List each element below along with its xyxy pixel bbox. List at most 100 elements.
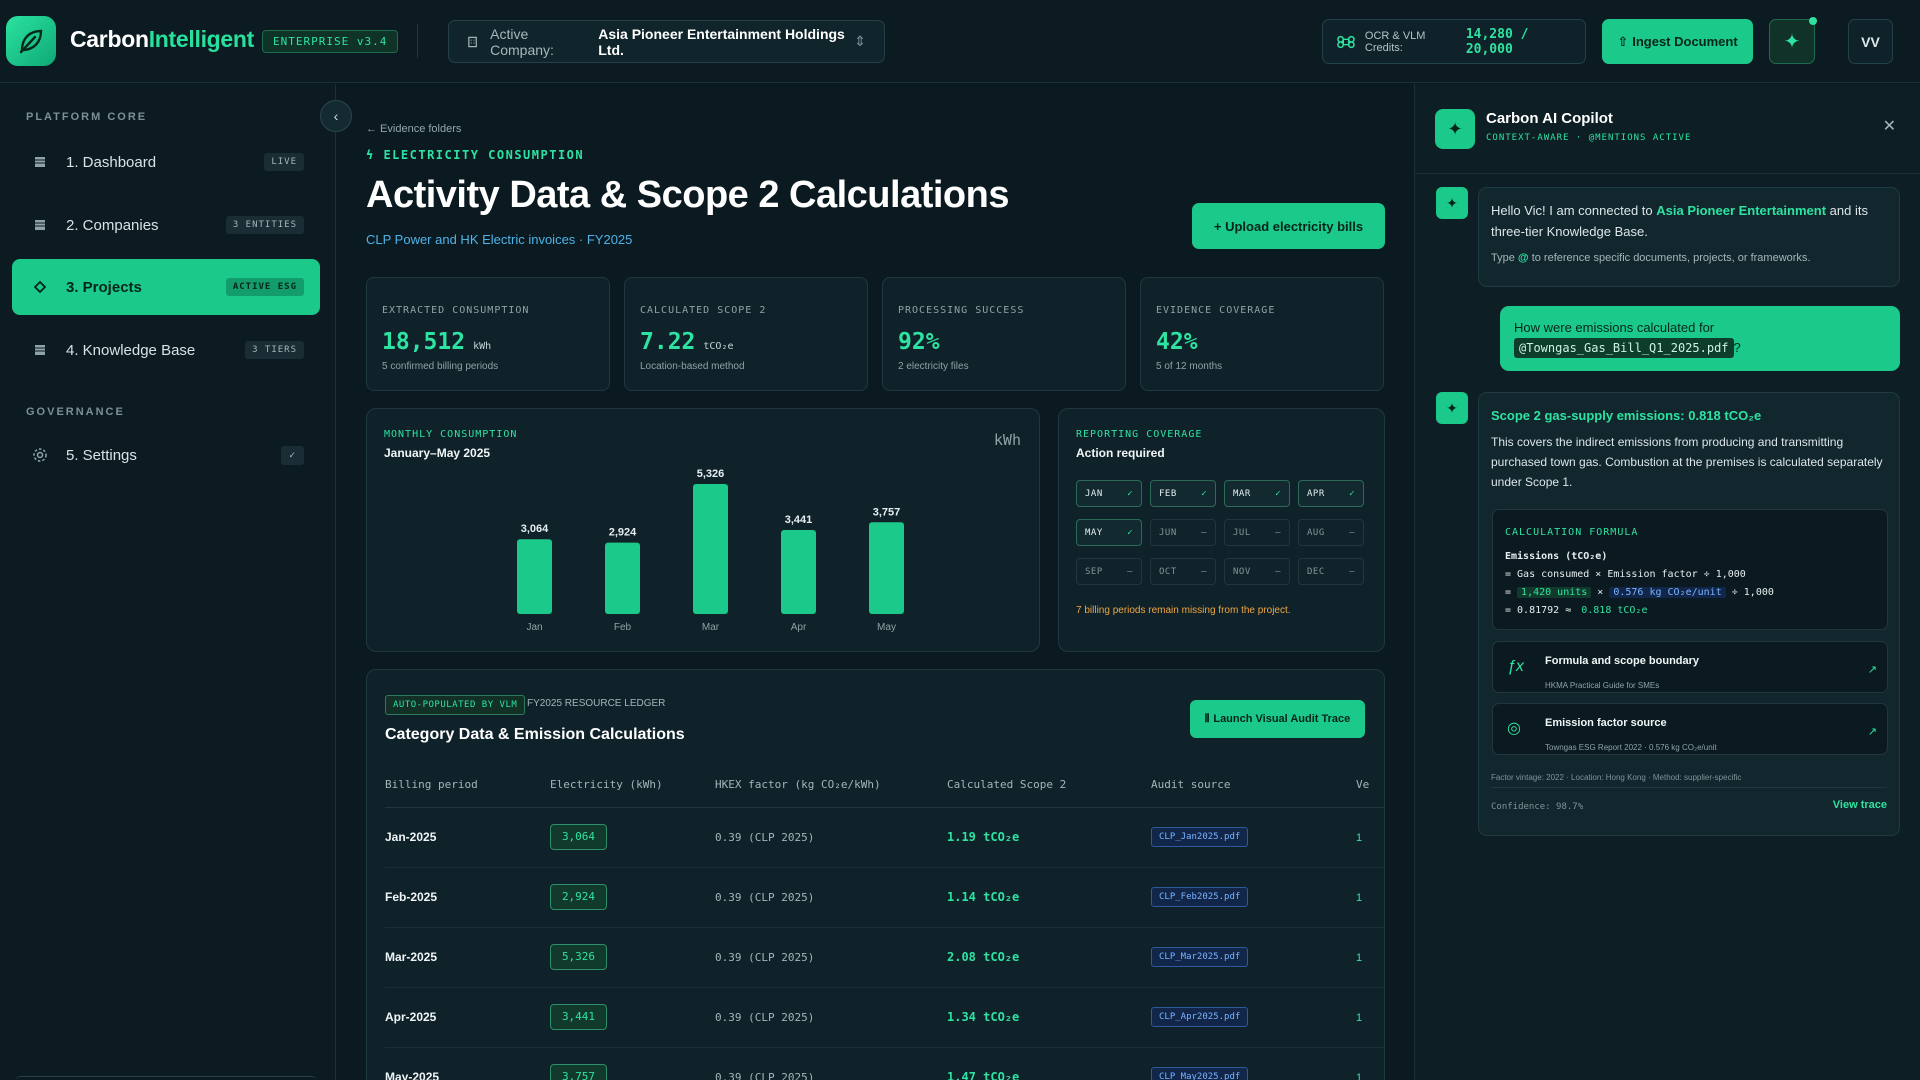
kpi-value: 7.22 tCO₂e bbox=[640, 329, 734, 355]
diamond-icon bbox=[32, 279, 48, 295]
emission-factor-card[interactable]: ◎ Emission factor source Towngas ESG Rep… bbox=[1492, 703, 1888, 755]
logo[interactable] bbox=[6, 16, 56, 66]
dash-icon: – bbox=[1201, 527, 1207, 538]
chart-data-label: 3,064 bbox=[521, 523, 549, 535]
chart-tick-label: Apr bbox=[791, 622, 807, 633]
table-row[interactable]: Feb-2025 2,924 0.39 (CLP 2025) 1.14 tCO₂e CL… bbox=[385, 867, 1384, 928]
chart-bar[interactable] bbox=[781, 530, 816, 614]
sidebar-item-tag: ✓ bbox=[281, 445, 304, 465]
kwh-value[interactable]: 3,064 bbox=[550, 824, 607, 850]
sidebar-item-companies[interactable]: 2. Companies 3 ENTITIES bbox=[12, 197, 320, 253]
sidebar-heading-governance: GOVERNANCE bbox=[26, 406, 125, 418]
month-status-nov[interactable]: NOV – bbox=[1224, 558, 1290, 585]
month-label: OCT bbox=[1159, 566, 1177, 577]
copilot-subtitle: CONTEXT-AWARE · @MENTIONS ACTIVE bbox=[1486, 133, 1692, 143]
sidebar-item-projects[interactable]: 3. Projects ACTIVE ESG bbox=[12, 259, 320, 315]
document-mention[interactable]: @Towngas_Gas_Bill_Q1_2025.pdf bbox=[1514, 338, 1734, 358]
company-selector[interactable]: Active Company: Asia Pioneer Entertainme… bbox=[448, 20, 885, 63]
table-row[interactable]: May-2025 3,757 0.39 (CLP 2025) 1.47 tCO₂e CL… bbox=[385, 1047, 1384, 1080]
month-status-jun[interactable]: JUN – bbox=[1150, 519, 1216, 546]
emission-factor: 0.39 (CLP 2025) bbox=[715, 1071, 815, 1080]
formula-reference-card[interactable]: ƒx Formula and scope boundary HKMA Pract… bbox=[1492, 641, 1888, 693]
breadcrumb[interactable]: ← Evidence folders bbox=[366, 123, 461, 135]
month-status-apr[interactable]: APR ✓ bbox=[1298, 480, 1364, 507]
month-status-mar[interactable]: MAR ✓ bbox=[1224, 480, 1290, 507]
month-status-oct[interactable]: OCT – bbox=[1150, 558, 1216, 585]
monthly-bar-chart: 3,064 Jan 2,924 Feb 5,326 Mar 3,441 Apr 3,757 May bbox=[517, 468, 904, 633]
building-icon bbox=[468, 36, 477, 47]
billing-period: Apr-2025 bbox=[385, 1010, 437, 1024]
month-label: FEB bbox=[1159, 488, 1177, 499]
column-header[interactable]: Electricity (kWh) bbox=[550, 762, 715, 808]
table-row[interactable]: Apr-2025 3,441 0.39 (CLP 2025) 1.34 tCO₂e CL… bbox=[385, 987, 1384, 1048]
column-header[interactable]: Ve bbox=[1356, 762, 1384, 808]
chart-bar[interactable] bbox=[605, 542, 640, 614]
collapse-sidebar-button[interactable]: ‹ bbox=[320, 100, 352, 132]
column-header[interactable]: Billing period bbox=[385, 762, 550, 808]
kwh-value[interactable]: 3,757 bbox=[550, 1064, 607, 1080]
greeting-message: Hello Vic! I am connected to Asia Pionee… bbox=[1478, 187, 1900, 287]
copilot-toggle-button[interactable]: ✦ bbox=[1769, 17, 1817, 64]
command-icon bbox=[1337, 35, 1355, 48]
month-label: AUG bbox=[1307, 527, 1325, 538]
sidebar-item-label: 5. Settings bbox=[66, 446, 137, 464]
sidebar-item-knowledge-base[interactable]: 4. Knowledge Base 3 TIERS bbox=[12, 322, 320, 378]
notification-dot bbox=[1809, 17, 1817, 25]
month-status-jan[interactable]: JAN ✓ bbox=[1076, 480, 1142, 507]
function-icon: ƒx bbox=[1507, 658, 1524, 675]
audit-source-link[interactable]: CLP_Apr2025.pdf bbox=[1151, 1007, 1249, 1027]
audit-source-link[interactable]: CLP_May2025.pdf bbox=[1151, 1067, 1249, 1080]
formula-label: CALCULATION FORMULA bbox=[1505, 527, 1639, 538]
reference-subtitle: HKMA Practical Guide for SMEs bbox=[1545, 681, 1660, 690]
audit-source-link[interactable]: CLP_Mar2025.pdf bbox=[1151, 947, 1249, 967]
chevron-updown-icon: ⇕ bbox=[854, 33, 866, 49]
sidebar-item-dashboard[interactable]: 1. Dashboard LIVE bbox=[12, 134, 320, 190]
monthly-consumption-panel: MONTHLY CONSUMPTION January–May 2025 kWh… bbox=[366, 408, 1040, 652]
month-label: NOV bbox=[1233, 566, 1251, 577]
month-status-jul[interactable]: JUL – bbox=[1224, 519, 1290, 546]
formula-line: = 0.81792 ≈ 0.818 tCO₂e bbox=[1505, 605, 1648, 616]
table-row[interactable]: Mar-2025 5,326 0.39 (CLP 2025) 2.08 tCO₂e CL… bbox=[385, 927, 1384, 988]
chart-bar[interactable] bbox=[517, 539, 552, 614]
audit-source-link[interactable]: CLP_Feb2025.pdf bbox=[1151, 887, 1249, 907]
avatar[interactable]: VV bbox=[1848, 19, 1893, 64]
column-header[interactable]: HKEX factor (kg CO₂e/kWh) bbox=[715, 762, 947, 808]
building-icon bbox=[32, 217, 48, 233]
month-status-feb[interactable]: FEB ✓ bbox=[1150, 480, 1216, 507]
launch-audit-trace-button[interactable]: ⫴ Launch Visual Audit Trace bbox=[1190, 700, 1365, 738]
month-status-may[interactable]: MAY ✓ bbox=[1076, 519, 1142, 546]
kpi-card-processing: PROCESSING SUCCESS 92% 2 electricity fil… bbox=[882, 277, 1126, 391]
table-row[interactable]: Jan-2025 3,064 0.39 (CLP 2025) 1.19 tCO₂e CL… bbox=[385, 807, 1384, 868]
chart-bar[interactable] bbox=[869, 522, 904, 614]
kwh-value[interactable]: 5,326 bbox=[550, 944, 607, 970]
kwh-value[interactable]: 2,924 bbox=[550, 884, 607, 910]
ingest-document-button[interactable]: ⇧ Ingest Document bbox=[1602, 19, 1753, 64]
close-icon[interactable]: ✕ bbox=[1883, 116, 1896, 136]
sparkle-icon: ✦ bbox=[1783, 31, 1801, 53]
version-value: 1 bbox=[1356, 952, 1363, 964]
user-question-message: How were emissions calculated for @Towng… bbox=[1500, 306, 1900, 371]
month-status-aug[interactable]: AUG – bbox=[1298, 519, 1364, 546]
credits-meter: OCR & VLM Credits: 14,280 / 20,000 bbox=[1322, 19, 1586, 64]
reference-title: Emission factor source bbox=[1545, 717, 1667, 729]
column-header[interactable]: Audit source bbox=[1151, 762, 1356, 808]
month-status-dec[interactable]: DEC – bbox=[1298, 558, 1364, 585]
scope2-value: 1.47 tCO₂e bbox=[947, 1070, 1020, 1080]
month-status-sep[interactable]: SEP – bbox=[1076, 558, 1142, 585]
upload-electricity-bills-button[interactable]: + Upload electricity bills bbox=[1192, 203, 1385, 249]
reporting-coverage-panel: REPORTING COVERAGE Action required JAN ✓ F… bbox=[1058, 408, 1385, 652]
column-header[interactable]: Calculated Scope 2 bbox=[947, 762, 1151, 808]
kpi-card-scope2: CALCULATED SCOPE 2 7.22 tCO₂e Location-ba… bbox=[624, 277, 868, 391]
sidebar-item-tag: ACTIVE ESG bbox=[225, 278, 304, 296]
scope2-value: 2.08 tCO₂e bbox=[947, 950, 1020, 964]
view-trace-link[interactable]: View trace bbox=[1833, 795, 1887, 816]
chart-bar[interactable] bbox=[693, 484, 728, 614]
version-value: 1 bbox=[1356, 892, 1363, 904]
audit-source-link[interactable]: CLP_Jan2025.pdf bbox=[1151, 827, 1249, 847]
sidebar-item-settings[interactable]: 5. Settings ✓ bbox=[12, 427, 320, 483]
main-content: ← Evidence folders ϟ ELECTRICITY CONSUMP… bbox=[337, 84, 1413, 1080]
kwh-value[interactable]: 3,441 bbox=[550, 1004, 607, 1030]
formula-line: = 1,420 units × 0.576 kg CO₂e/unit ÷ 1,0… bbox=[1505, 587, 1774, 598]
kpi-note: 5 confirmed billing periods bbox=[382, 361, 499, 372]
chart-data-label: 2,924 bbox=[609, 527, 637, 539]
